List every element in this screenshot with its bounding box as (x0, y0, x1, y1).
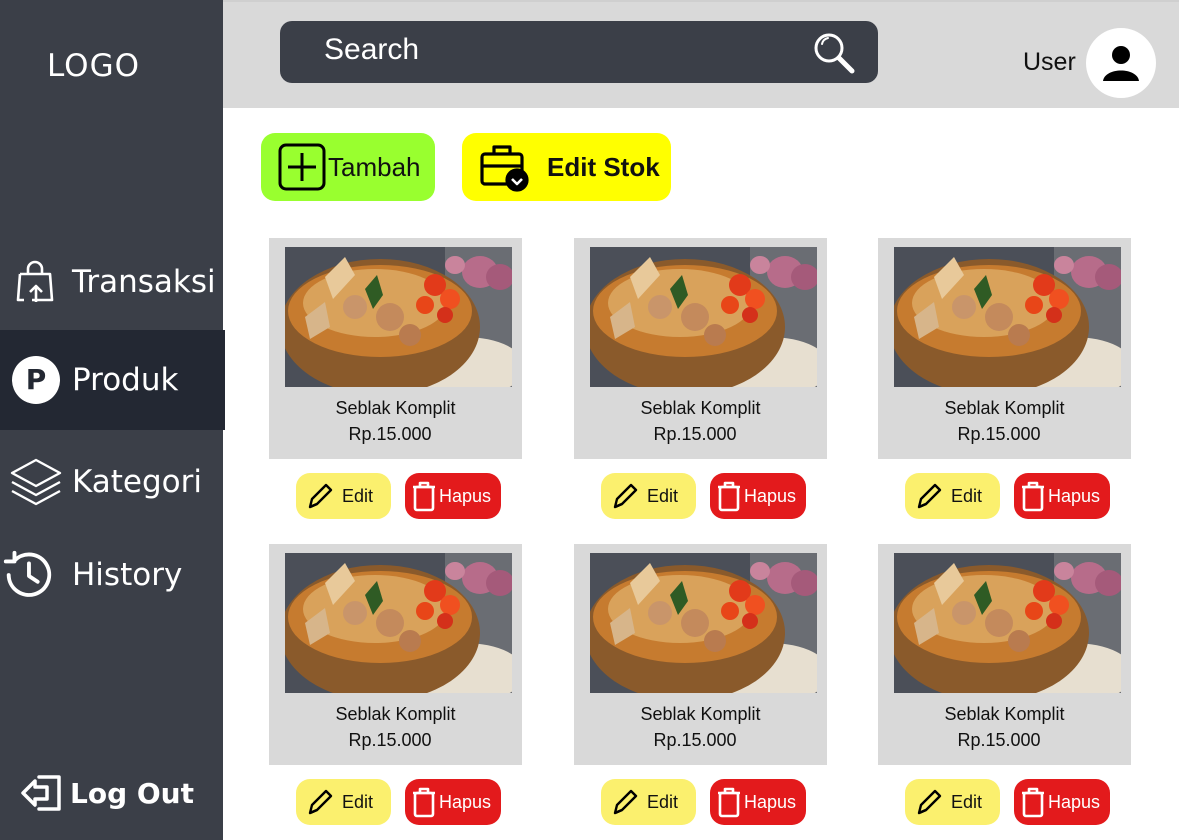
edit-label: Edit (647, 791, 679, 812)
delete-product-button[interactable]: Hapus (405, 473, 501, 519)
product-name: Seblak Komplit (640, 398, 761, 418)
history-clock-icon (0, 547, 56, 603)
sidebar-item-label: Transaksi (72, 264, 216, 300)
delete-product-button[interactable]: Hapus (710, 779, 806, 825)
logo: LOGO (47, 48, 140, 84)
logout-icon (18, 770, 64, 816)
trash-icon (1020, 786, 1046, 818)
delete-label: Hapus (744, 791, 797, 812)
delete-product-button[interactable]: Hapus (1014, 473, 1110, 519)
trash-icon (411, 480, 437, 512)
p-circle-icon: P (8, 352, 64, 408)
product-image (894, 247, 1121, 387)
sidebar-item-transaksi[interactable]: Transaksi (0, 232, 223, 332)
product-name: Seblak Komplit (944, 704, 1065, 724)
delete-product-button[interactable]: Hapus (710, 473, 806, 519)
avatar[interactable] (1086, 28, 1156, 98)
plus-square-icon (278, 143, 326, 191)
logout-button[interactable]: Log Out (18, 770, 194, 816)
edit-stock-button[interactable]: Edit Stok (462, 133, 671, 201)
sidebar-item-label: Produk (72, 362, 179, 398)
trash-icon (716, 480, 742, 512)
delete-product-button[interactable]: Hapus (1014, 779, 1110, 825)
delete-label: Hapus (1048, 791, 1101, 812)
product-image (285, 553, 512, 693)
product-card[interactable]: Seblak Komplit Rp.15.000 (269, 544, 522, 765)
delete-label: Hapus (1048, 485, 1101, 506)
logout-label: Log Out (70, 776, 194, 810)
product-image (590, 553, 817, 693)
search-icon[interactable] (812, 31, 856, 75)
product-price: Rp.15.000 (348, 424, 432, 444)
edit-product-button[interactable]: Edit (601, 779, 696, 825)
sidebar-item-history[interactable]: History (0, 525, 223, 625)
product-price: Rp.15.000 (348, 730, 432, 750)
edit-product-button[interactable]: Edit (905, 473, 1000, 519)
pencil-icon (915, 481, 943, 511)
product-name: Seblak Komplit (335, 398, 456, 418)
topbar: Search User (223, 0, 1179, 108)
edit-product-button[interactable]: Edit (296, 473, 391, 519)
pencil-icon (306, 787, 334, 817)
search-input[interactable]: Search (280, 21, 878, 83)
trash-icon (716, 786, 742, 818)
product-price: Rp.15.000 (653, 730, 737, 750)
trash-icon (1020, 480, 1046, 512)
product-card[interactable]: Seblak Komplit Rp.15.000 (878, 238, 1131, 459)
product-image (285, 247, 512, 387)
product-card[interactable]: Seblak Komplit Rp.15.000 (269, 238, 522, 459)
product-card[interactable]: Seblak Komplit Rp.15.000 (574, 544, 827, 765)
edit-stock-label: Edit Stok (547, 151, 660, 182)
delete-label: Hapus (744, 485, 797, 506)
product-price: Rp.15.000 (957, 424, 1041, 444)
delete-label: Hapus (439, 485, 492, 506)
edit-product-button[interactable]: Edit (601, 473, 696, 519)
product-image (894, 553, 1121, 693)
add-product-label: Tambah (328, 151, 421, 182)
briefcase-download-icon (479, 142, 529, 192)
sidebar: LOGO Transaksi P Produk Kategori History… (0, 0, 225, 840)
edit-label: Edit (342, 485, 374, 506)
product-name: Seblak Komplit (944, 398, 1065, 418)
sidebar-item-produk[interactable]: P Produk (0, 330, 225, 430)
shopping-bag-upload-icon (8, 254, 64, 310)
sidebar-item-label: Kategori (72, 464, 203, 500)
user-icon (1103, 46, 1139, 81)
edit-product-button[interactable]: Edit (296, 779, 391, 825)
product-card[interactable]: Seblak Komplit Rp.15.000 (574, 238, 827, 459)
layers-icon (8, 454, 64, 510)
edit-product-button[interactable]: Edit (905, 779, 1000, 825)
search-placeholder: Search (324, 33, 420, 66)
edit-label: Edit (647, 485, 679, 506)
sidebar-item-kategori[interactable]: Kategori (0, 432, 223, 532)
svg-text:P: P (26, 363, 47, 396)
pencil-icon (306, 481, 334, 511)
trash-icon (411, 786, 437, 818)
edit-label: Edit (951, 791, 983, 812)
product-card[interactable]: Seblak Komplit Rp.15.000 (878, 544, 1131, 765)
product-name: Seblak Komplit (335, 704, 456, 724)
pencil-icon (611, 787, 639, 817)
product-price: Rp.15.000 (653, 424, 737, 444)
add-product-button[interactable]: Tambah (261, 133, 435, 201)
product-name: Seblak Komplit (640, 704, 761, 724)
delete-label: Hapus (439, 791, 492, 812)
edit-label: Edit (342, 791, 374, 812)
user-name: User (1023, 48, 1076, 76)
pencil-icon (611, 481, 639, 511)
product-price: Rp.15.000 (957, 730, 1041, 750)
delete-product-button[interactable]: Hapus (405, 779, 501, 825)
edit-label: Edit (951, 485, 983, 506)
product-image (590, 247, 817, 387)
pencil-icon (915, 787, 943, 817)
sidebar-item-label: History (72, 557, 183, 593)
